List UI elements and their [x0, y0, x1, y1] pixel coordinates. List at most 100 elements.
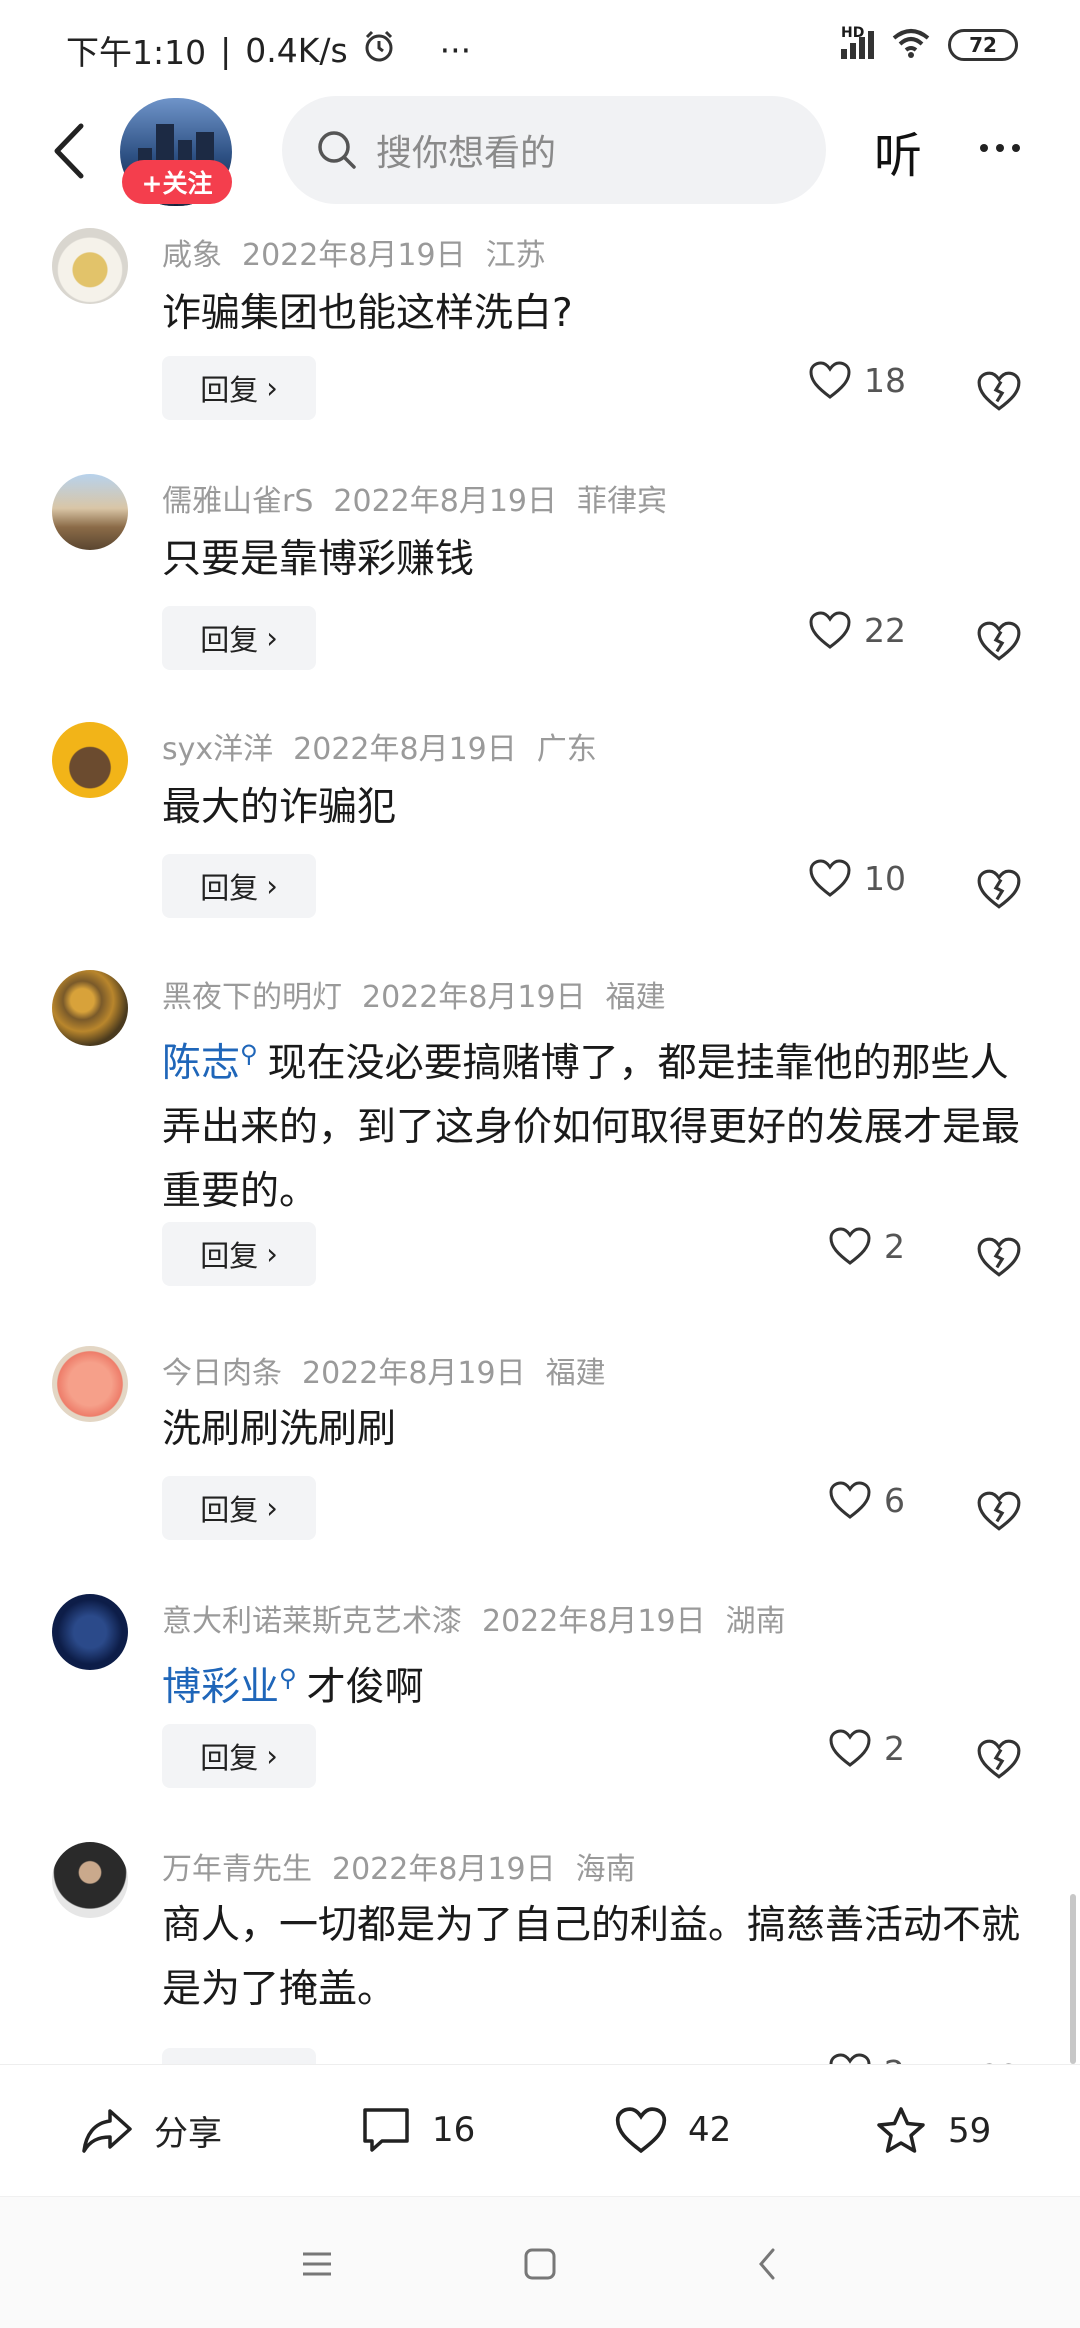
follow-button[interactable]: +关注 — [122, 160, 232, 204]
broken-heart-icon[interactable] — [976, 866, 1022, 912]
reply-button[interactable]: 回复› — [162, 1724, 316, 1788]
comment-avatar[interactable] — [52, 1346, 128, 1422]
like-count: 6 — [884, 1480, 905, 1520]
comment-username[interactable]: 万年青先生 — [162, 1852, 312, 1887]
mention-link[interactable]: 博彩业 — [162, 1665, 279, 1710]
like-post-button[interactable]: 42 — [614, 2105, 731, 2155]
comment-location: 福建 — [545, 1356, 606, 1391]
chevron-right-icon: › — [266, 371, 278, 405]
search-placeholder: 搜你想看的 — [376, 133, 557, 174]
back-nav-button[interactable] — [742, 2239, 792, 2289]
comment-icon — [363, 2108, 409, 2152]
like-button[interactable]: 18 — [808, 360, 906, 400]
share-label: 分享 — [154, 2113, 222, 2154]
comment-meta: 今日肉条 2022年8月19日 福建 — [162, 1348, 626, 1392]
like-count: 2 — [884, 1728, 905, 1768]
comment-count: 16 — [432, 2110, 476, 2150]
signal-icon: HD — [841, 25, 874, 59]
heart-icon — [615, 2107, 667, 2154]
comment-location: 菲律宾 — [577, 484, 667, 519]
heart-icon — [809, 611, 851, 649]
mention-link[interactable]: 陈志 — [162, 1041, 240, 1086]
status-bar: 下午1:10 | 0.4K/s ··· HD 72 — [0, 0, 1080, 96]
comment-location: 福建 — [605, 980, 666, 1015]
alarm-icon — [362, 29, 396, 71]
menu-icon — [303, 2252, 331, 2276]
reply-button[interactable]: 回复› — [162, 356, 316, 420]
network-speed: 0.4K/s — [245, 30, 348, 70]
broken-heart-icon[interactable] — [976, 368, 1022, 414]
star-icon — [877, 2107, 925, 2153]
comment-text: 博彩业⚲ 才俊啊 — [162, 1646, 1032, 1720]
comment-button[interactable]: 16 — [360, 2105, 475, 2155]
like-button[interactable]: 2 — [828, 1728, 905, 1768]
comment-username[interactable]: 儒雅山雀rS — [162, 484, 313, 519]
reply-button[interactable]: 回复› — [162, 1222, 316, 1286]
comment-avatar[interactable] — [52, 474, 128, 550]
chevron-right-icon: › — [266, 621, 278, 655]
comment-username[interactable]: 黑夜下的明灯 — [162, 980, 342, 1015]
comment-body: 现在没必要搞赌博了，都是挂靠他的那些人弄出来的，到了这身价如何取得更好的发展才是… — [162, 1041, 1021, 1214]
heart-icon — [829, 2053, 871, 2064]
like-button[interactable]: 6 — [828, 1480, 905, 1520]
broken-heart-icon[interactable] — [976, 1488, 1022, 1534]
like-button[interactable]: 22 — [808, 610, 906, 650]
comment-location: 江苏 — [485, 238, 546, 273]
listen-button[interactable]: 听 — [874, 116, 922, 186]
header: +关注 搜你想看的 听 — [0, 96, 1080, 212]
like-button[interactable]: 10 — [808, 858, 906, 898]
share-button[interactable]: 分享 — [80, 2105, 222, 2155]
search-input[interactable]: 搜你想看的 — [282, 96, 826, 204]
chevron-right-icon: › — [266, 1491, 278, 1525]
author-avatar[interactable]: +关注 — [120, 98, 232, 210]
more-button[interactable] — [970, 118, 1030, 178]
comment-avatar[interactable] — [52, 228, 128, 304]
back-button[interactable] — [40, 116, 96, 186]
heart-icon — [809, 859, 851, 897]
home-square-icon — [524, 2248, 556, 2280]
comment-avatar[interactable] — [52, 722, 128, 798]
like-button[interactable]: 2 — [828, 2052, 905, 2064]
comment-text: 只要是靠博彩赚钱 — [162, 537, 475, 582]
reply-button[interactable]: 回复› — [162, 2048, 316, 2064]
favorite-count: 59 — [948, 2111, 992, 2151]
like-count: 2 — [884, 1226, 905, 1266]
menu-nav-button[interactable] — [292, 2239, 342, 2289]
comment-date: 2022年8月19日 — [482, 1604, 706, 1639]
comment-avatar[interactable] — [52, 1842, 128, 1918]
comment-username[interactable]: syx洋洋 — [162, 732, 273, 767]
comment-location: 湖南 — [725, 1604, 786, 1639]
comment-username[interactable]: 咸象 — [162, 238, 222, 273]
scrollbar[interactable] — [1070, 1894, 1076, 2064]
reply-button[interactable]: 回复› — [162, 1476, 316, 1540]
battery-indicator: 72 — [948, 29, 1018, 61]
wifi-icon — [892, 28, 930, 62]
broken-heart-icon[interactable] — [976, 618, 1022, 664]
like-count: 2 — [884, 2053, 905, 2065]
comment-text: 洗刷刷洗刷刷 — [162, 1407, 397, 1452]
favorite-button[interactable]: 59 — [874, 2105, 991, 2157]
comment-date: 2022年8月19日 — [362, 980, 586, 1015]
action-bar: 分享 16 42 59 — [0, 2064, 1080, 2196]
reply-button[interactable]: 回复› — [162, 854, 316, 918]
like-button[interactable]: 2 — [828, 1226, 905, 1266]
comment-body: 才俊啊 — [306, 1665, 424, 1710]
chevron-right-icon: › — [266, 869, 278, 903]
home-nav-button[interactable] — [515, 2239, 565, 2289]
comment-username[interactable]: 今日肉条 — [162, 1356, 282, 1391]
broken-heart-icon[interactable] — [976, 1736, 1022, 1782]
comment-username[interactable]: 意大利诺莱斯克艺术漆 — [162, 1604, 462, 1639]
comment-avatar[interactable] — [52, 1594, 128, 1670]
comment-location: 海南 — [575, 1852, 636, 1887]
like-count: 22 — [864, 610, 906, 650]
comment-meta: 万年青先生 2022年8月19日 海南 — [162, 1844, 656, 1888]
reply-button[interactable]: 回复› — [162, 606, 316, 670]
comment-avatar[interactable] — [52, 970, 128, 1046]
comment-list[interactable]: 咸象 2022年8月19日 江苏 诈骗集团也能这样洗白? 回复 › 18 儒雅山雀rS… — [0, 212, 1080, 2064]
broken-heart-icon[interactable] — [976, 1234, 1022, 1280]
comment-date: 2022年8月19日 — [302, 1356, 526, 1391]
mention-search-icon: ⚲ — [240, 1040, 258, 1068]
back-chevron-icon — [759, 2248, 775, 2280]
comment-text: 商人，一切都是为了自己的利益。搞慈善活动不就是为了掩盖。 — [162, 1903, 1021, 2012]
mention-search-icon: ⚲ — [279, 1664, 297, 1692]
